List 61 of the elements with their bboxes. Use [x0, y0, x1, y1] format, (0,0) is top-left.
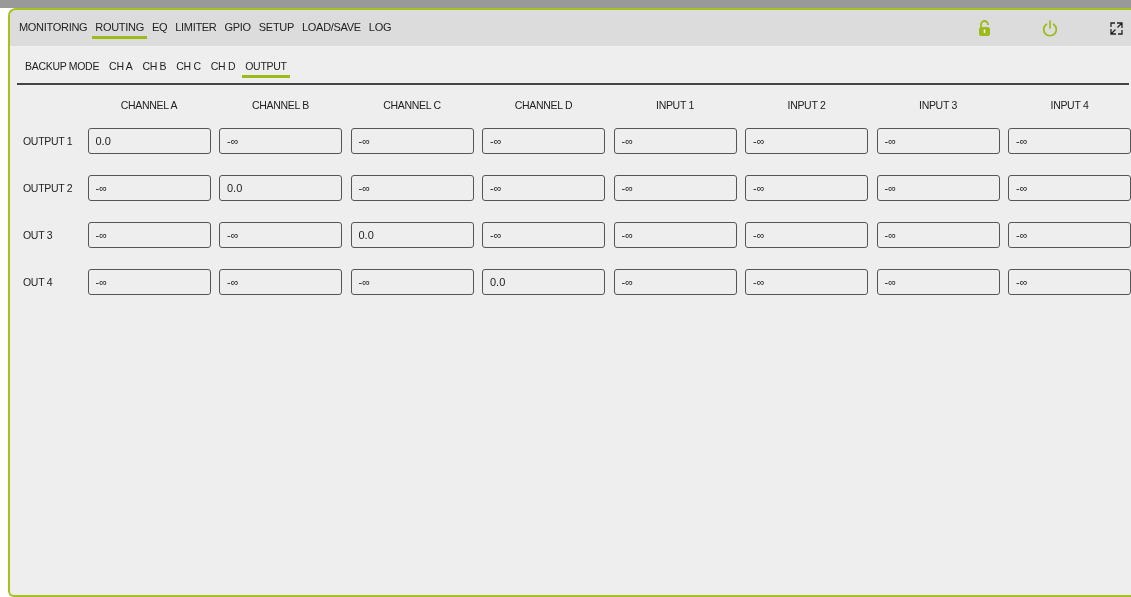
gain-field[interactable]: -∞: [613, 269, 737, 295]
gain-field[interactable]: -∞: [745, 175, 868, 201]
column-header: INPUT 4: [1049, 99, 1090, 111]
menu-tab[interactable]: SETUP: [255, 17, 297, 39]
gain-field[interactable]: -∞: [1008, 269, 1131, 295]
gain-field[interactable]: -∞: [876, 128, 1000, 154]
gain-field[interactable]: -∞: [876, 175, 1000, 201]
gain-field[interactable]: -∞: [613, 128, 737, 154]
gain-field[interactable]: -∞: [745, 222, 868, 248]
gain-field[interactable]: 0.0: [87, 128, 211, 154]
column-header: INPUT 3: [918, 99, 958, 111]
gain-field[interactable]: 0.0: [350, 222, 474, 248]
gain-field[interactable]: -∞: [1008, 128, 1131, 154]
menu-tab[interactable]: LOAD/SAVE: [299, 17, 364, 39]
gain-field[interactable]: -∞: [350, 269, 474, 295]
gain-field[interactable]: -∞: [482, 128, 605, 154]
column-header: INPUT 1: [655, 99, 695, 111]
gain-field[interactable]: -∞: [876, 222, 1000, 248]
gain-field[interactable]: -∞: [1008, 222, 1131, 248]
sub-tab[interactable]: CH C: [173, 57, 204, 78]
row-label: OUTPUT 2: [23, 182, 74, 194]
expand-icon[interactable]: [1110, 21, 1123, 35]
row-label: OUTPUT 1: [23, 135, 74, 147]
sub-tab[interactable]: CH D: [207, 57, 239, 78]
column-header: CHANNEL C: [382, 99, 442, 111]
sub-tab[interactable]: OUTPUT: [242, 57, 290, 78]
gain-field[interactable]: -∞: [350, 175, 474, 201]
gain-field[interactable]: -∞: [87, 269, 211, 295]
menu-tab[interactable]: EQ: [148, 17, 171, 39]
column-header: CHANNEL B: [251, 99, 310, 111]
gain-field[interactable]: 0.0: [219, 175, 342, 201]
sub-tab[interactable]: CH B: [139, 57, 170, 78]
gain-field[interactable]: -∞: [876, 269, 1000, 295]
unlocked-padlock-icon[interactable]: [979, 20, 990, 36]
gain-field[interactable]: -∞: [613, 175, 737, 201]
gain-field[interactable]: -∞: [350, 128, 474, 154]
power-icon[interactable]: [1042, 19, 1058, 37]
sub-tab[interactable]: CH A: [106, 57, 136, 78]
menu-tab[interactable]: LIMITER: [172, 17, 220, 39]
menu-tab[interactable]: MONITORING: [16, 17, 91, 39]
gain-field[interactable]: -∞: [219, 222, 342, 248]
gain-field[interactable]: -∞: [87, 222, 211, 248]
menu-tab[interactable]: ROUTING: [92, 17, 147, 39]
gain-field[interactable]: -∞: [482, 175, 605, 201]
column-header: CHANNEL D: [513, 99, 574, 111]
column-header: CHANNEL A: [119, 99, 179, 111]
row-label: OUT 3: [23, 229, 54, 241]
gain-field[interactable]: -∞: [482, 222, 605, 248]
sub-tab[interactable]: BACKUP MODE: [22, 57, 103, 78]
gain-field[interactable]: -∞: [745, 269, 868, 295]
gain-field[interactable]: -∞: [87, 175, 211, 201]
column-header: INPUT 2: [786, 99, 827, 111]
gain-field[interactable]: -∞: [1008, 175, 1131, 201]
gain-field[interactable]: -∞: [219, 269, 342, 295]
menu-tab[interactable]: GPIO: [221, 17, 254, 39]
gain-field[interactable]: -∞: [219, 128, 342, 154]
gain-field[interactable]: -∞: [745, 128, 868, 154]
menu-tab[interactable]: LOG: [365, 17, 395, 39]
row-label: OUT 4: [23, 276, 54, 288]
gain-field[interactable]: -∞: [613, 222, 737, 248]
gain-field[interactable]: 0.0: [482, 269, 605, 295]
